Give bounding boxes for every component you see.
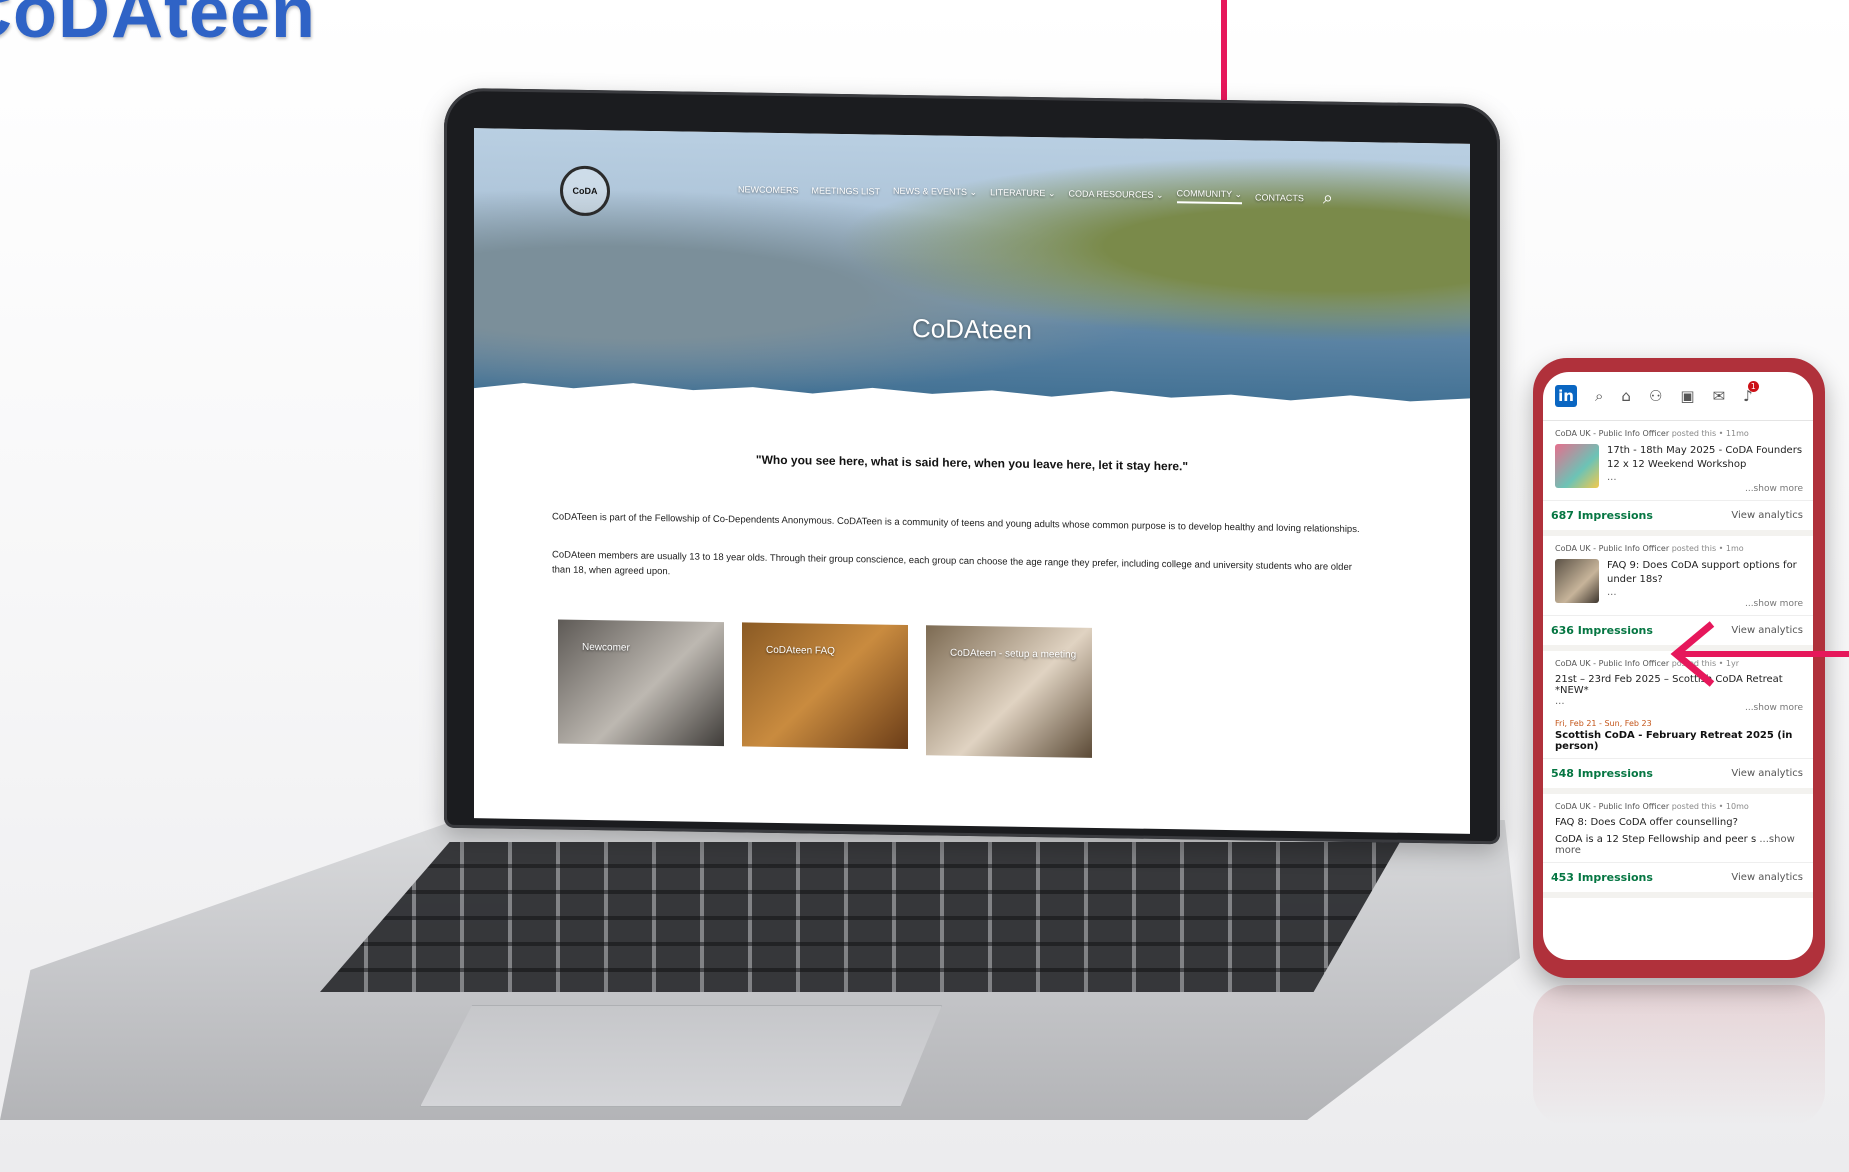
notifications-icon[interactable]: ♪ 1 <box>1743 381 1759 405</box>
phone-reflection <box>1533 985 1825 1125</box>
chevron-down-icon: ⌄ <box>969 186 978 198</box>
post-meta: posted this • 1mo <box>1671 544 1744 553</box>
nav-coda-resources[interactable]: CODA RESOURCES ⌄ <box>1069 189 1164 201</box>
hero-banner: CoDA NEWCOMERS MEETINGS LIST NEWS & EVEN… <box>474 128 1470 414</box>
network-icon[interactable]: ⚇ <box>1649 387 1662 405</box>
linkedin-post[interactable]: CoDA UK - Public Info Officer posted thi… <box>1543 421 1813 501</box>
post-author: CoDA UK - Public Info Officer <box>1555 429 1670 438</box>
post-thumbnail <box>1555 444 1599 488</box>
nav-literature-label: LITERATURE <box>990 187 1046 199</box>
impressions-count[interactable]: 636 Impressions <box>1551 624 1653 637</box>
post-text: FAQ 9: Does CoDA support options for und… <box>1607 560 1797 585</box>
event-title[interactable]: Scottish CoDA - February Retreat 2025 (i… <box>1555 730 1803 752</box>
chevron-down-icon: ⌄ <box>1156 189 1164 201</box>
laptop-lid: CoDA NEWCOMERS MEETINGS LIST NEWS & EVEN… <box>444 87 1500 845</box>
nav-news-events[interactable]: NEWS & EVENTS ⌄ <box>893 186 977 198</box>
post-meta: posted this • 10mo <box>1671 802 1749 811</box>
nav-meetings-list[interactable]: MEETINGS LIST <box>812 185 881 196</box>
nav-newcomers[interactable]: NEWCOMERS <box>738 184 799 195</box>
nav-community[interactable]: COMMUNITY ⌄ <box>1176 188 1242 205</box>
members-paragraph: CoDAteen members are usually 13 to 18 ye… <box>552 549 1352 578</box>
main-nav: NEWCOMERS MEETINGS LIST NEWS & EVENTS ⌄ … <box>738 178 1333 208</box>
view-analytics-link[interactable]: View analytics <box>1731 768 1803 779</box>
impressions-row: 453 Impressions View analytics <box>1543 863 1813 898</box>
jobs-icon[interactable]: ▣ <box>1680 387 1694 405</box>
post-text-preview-label: CoDA is a 12 Step Fellowship and peer s <box>1555 834 1757 845</box>
post-ellipsis: ... <box>1607 472 1617 483</box>
post-ellipsis: ... <box>1607 587 1617 598</box>
coda-logo[interactable]: CoDA <box>560 165 610 217</box>
linkedin-logo-icon[interactable]: in <box>1555 385 1577 407</box>
post-text: FAQ 8: Does CoDA offer counselling? <box>1555 817 1738 828</box>
trackpad <box>420 1005 942 1107</box>
page-title: CoDAteen <box>0 0 317 53</box>
post-text: 17th - 18th May 2025 - CoDA Founders 12 … <box>1607 445 1803 470</box>
impressions-count[interactable]: 453 Impressions <box>1551 871 1653 884</box>
chevron-down-icon: ⌄ <box>1234 189 1242 200</box>
linkedin-post[interactable]: CoDA UK - Public Info Officer posted thi… <box>1543 536 1813 616</box>
impressions-count[interactable]: 548 Impressions <box>1551 767 1653 780</box>
impressions-row: 687 Impressions View analytics <box>1543 501 1813 536</box>
intro-paragraph: CoDATeen is part of the Fellowship of Co… <box>552 511 1360 536</box>
impressions-row: 548 Impressions View analytics <box>1543 759 1813 794</box>
arrow-left-icon <box>1670 621 1849 687</box>
view-analytics-link[interactable]: View analytics <box>1731 872 1803 883</box>
post-author: CoDA UK - Public Info Officer <box>1555 544 1670 553</box>
linkedin-post[interactable]: CoDA UK - Public Info Officer posted thi… <box>1543 794 1813 863</box>
event-date: Fri, Feb 21 - Sun, Feb 23 <box>1555 719 1652 728</box>
laptop-base <box>0 820 1520 1120</box>
website-screen: CoDA NEWCOMERS MEETINGS LIST NEWS & EVEN… <box>474 128 1470 834</box>
card-label: CoDAteen - setup a meeting <box>950 647 1077 661</box>
view-analytics-link[interactable]: View analytics <box>1731 510 1803 521</box>
messaging-icon[interactable]: ✉ <box>1713 387 1726 405</box>
card-faq[interactable]: CoDAteen FAQ <box>742 622 908 749</box>
keyboard <box>320 842 1400 992</box>
hero-title: CoDAteen <box>912 313 1032 345</box>
chevron-down-icon: ⌄ <box>1047 188 1056 199</box>
linkedin-topbar: in ⌕ ⌂ ⚇ ▣ ✉ ♪ 1 <box>1543 372 1813 421</box>
quote: "Who you see here, what is said here, wh… <box>755 452 1189 474</box>
cards-row: Newcomer CoDAteen FAQ CoDAteen - setup a… <box>558 619 1092 758</box>
card-label: Newcomer <box>582 641 630 654</box>
nav-news-events-label: NEWS & EVENTS <box>893 185 968 197</box>
post-thumbnail <box>1555 559 1599 603</box>
nav-literature[interactable]: LITERATURE ⌄ <box>990 187 1055 199</box>
post-author: CoDA UK - Public Info Officer <box>1555 802 1670 811</box>
post-author: CoDA UK - Public Info Officer <box>1555 659 1670 668</box>
home-icon[interactable]: ⌂ <box>1621 387 1631 405</box>
impressions-count[interactable]: 687 Impressions <box>1551 509 1653 522</box>
notification-badge: 1 <box>1747 381 1759 392</box>
show-more-link[interactable]: ...show more <box>1555 703 1803 713</box>
nav-community-label: COMMUNITY <box>1176 188 1232 200</box>
card-setup-meeting[interactable]: CoDAteen - setup a meeting <box>926 625 1092 758</box>
card-label: CoDAteen FAQ <box>766 644 835 657</box>
nav-contacts[interactable]: CONTACTS <box>1255 192 1304 203</box>
search-icon[interactable]: ⌕ <box>1595 387 1603 405</box>
nav-coda-resources-label: CODA RESOURCES <box>1068 188 1154 200</box>
post-meta: posted this • 11mo <box>1671 429 1749 438</box>
post-text-preview: CoDA is a 12 Step Fellowship and peer s … <box>1555 834 1803 856</box>
card-newcomer[interactable]: Newcomer <box>558 619 724 747</box>
search-icon[interactable]: ⌕ <box>1323 188 1333 209</box>
